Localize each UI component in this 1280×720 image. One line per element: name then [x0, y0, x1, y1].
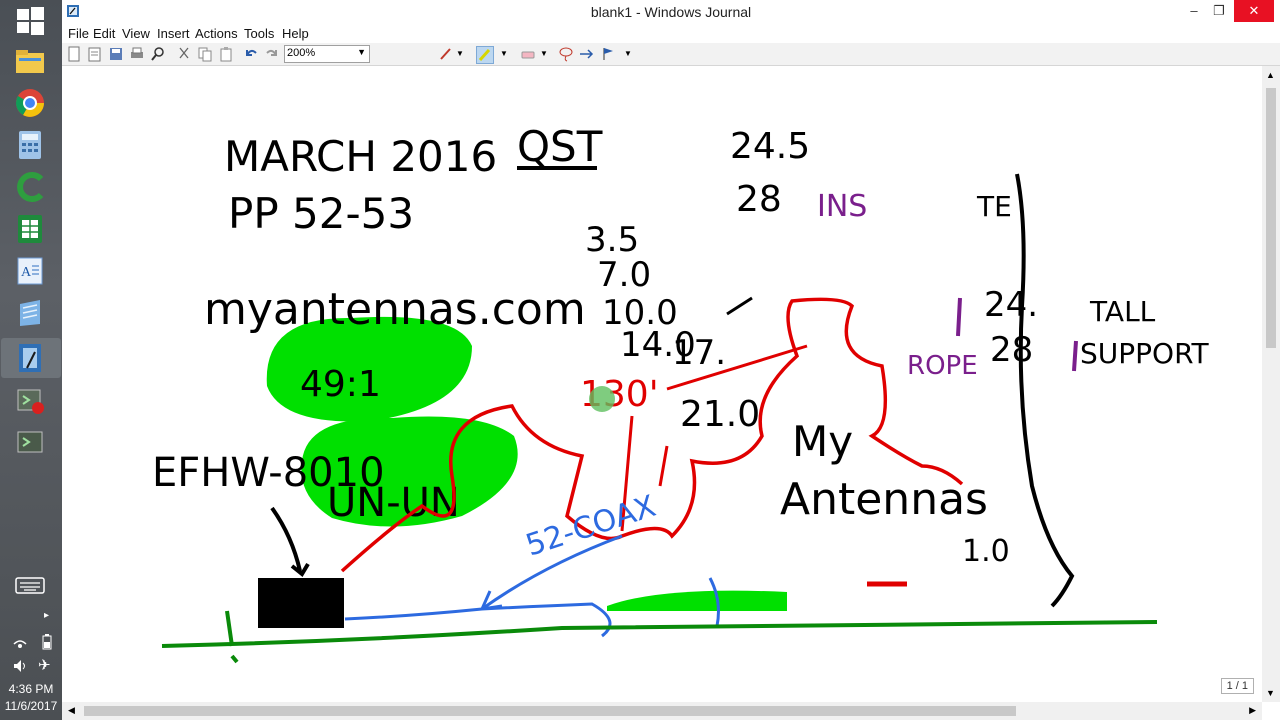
highlighter-icon[interactable]	[476, 46, 494, 64]
ink-tall: TALL	[1089, 295, 1156, 328]
ink-coax: 52-COAX	[522, 489, 660, 564]
spreadsheet-icon[interactable]	[13, 212, 47, 246]
wordpad-icon[interactable]: A	[13, 254, 47, 288]
ink-freq-17: 17.	[672, 333, 726, 373]
new-page-icon[interactable]	[66, 46, 82, 62]
eraser-dropdown-icon[interactable]: ▼	[540, 49, 556, 65]
ink-support: SUPPORT	[1080, 337, 1209, 370]
battery-icon[interactable]	[40, 634, 54, 655]
horizontal-scrollbar[interactable]: ◀ ▶	[62, 702, 1262, 720]
notepad-icon[interactable]	[13, 296, 47, 330]
ink-rope: ROPE	[907, 351, 978, 381]
window-title: blank1 - Windows Journal	[590, 4, 752, 20]
clock-time[interactable]: 4:36 PM	[0, 682, 62, 696]
zoom-value: 200%	[287, 47, 316, 59]
file-explorer-icon[interactable]	[13, 44, 47, 78]
keyboard-icon[interactable]	[13, 568, 47, 602]
menu-insert[interactable]: Insert	[157, 26, 190, 41]
calculator-icon[interactable]	[13, 128, 47, 162]
ink-title-line1: MARCH 2016	[224, 132, 497, 181]
menu-file[interactable]: File	[68, 26, 89, 41]
terminal-icon[interactable]	[13, 426, 47, 460]
camtasia-icon[interactable]	[13, 170, 47, 204]
new-note-icon[interactable]	[87, 46, 103, 62]
redo-icon[interactable]	[264, 46, 280, 62]
ink-title-qst: QST	[517, 122, 603, 171]
ink-freq-24-5: 24.5	[730, 126, 810, 167]
horizontal-scroll-thumb[interactable]	[84, 706, 1016, 716]
eraser-icon[interactable]	[520, 46, 536, 62]
ink-freq-7-0: 7.0	[597, 255, 651, 295]
vertical-scroll-thumb[interactable]	[1266, 88, 1276, 348]
journal-canvas[interactable]: .ink { font-family: "DejaVu Sans", sans-…	[62, 66, 1262, 702]
maximize-button[interactable]: ❐	[1199, 0, 1239, 22]
taskbar: A ▸ ✈ 4:36 PM 11/6/2017	[0, 0, 62, 720]
flag-dropdown-icon[interactable]: ▼	[624, 49, 640, 65]
ink-title-line2: PP 52-53	[228, 189, 414, 238]
pen-cursor	[589, 386, 615, 412]
start-icon[interactable]	[13, 4, 47, 38]
menu-help[interactable]: Help	[282, 26, 309, 41]
clock-date[interactable]: 11/6/2017	[0, 699, 62, 713]
flag-icon[interactable]	[600, 46, 616, 62]
black-pointer	[270, 506, 310, 577]
zoom-select[interactable]: 200% ▼	[284, 45, 370, 63]
volume-icon[interactable]	[12, 658, 28, 679]
ink-bottom-value: 1.0	[962, 534, 1010, 569]
lasso-select-icon[interactable]	[558, 46, 574, 62]
scroll-up-icon[interactable]: ▲	[1266, 70, 1275, 80]
ink-freq-right-28: 28	[990, 330, 1033, 370]
menu-actions[interactable]: Actions	[195, 26, 238, 41]
menu-bar: File Edit View Insert Actions Tools Help	[62, 24, 1280, 43]
chevron-down-icon: ▼	[357, 47, 366, 57]
highlighter-dropdown-icon[interactable]: ▼	[500, 49, 516, 65]
save-icon[interactable]	[108, 46, 124, 62]
chevron-right-icon[interactable]: ▸	[44, 610, 49, 621]
unun-box	[258, 578, 344, 628]
ink-my: My	[792, 417, 853, 466]
recorder-icon[interactable]	[13, 384, 47, 418]
cut-icon[interactable]	[176, 46, 192, 62]
ink-tree-top: TE	[976, 190, 1012, 223]
menu-view[interactable]: View	[122, 26, 150, 41]
black-mast	[1015, 173, 1075, 608]
scroll-right-icon[interactable]: ▶	[1249, 705, 1256, 716]
ink-freq-right-24: 24.	[984, 285, 1038, 325]
toolbar: 200% ▼ ▼ ▼ ▼ ▼	[62, 43, 1280, 66]
page-indicator: 1 / 1	[1220, 678, 1254, 694]
vertical-scrollbar[interactable]: ▲ ▼	[1262, 66, 1280, 702]
title-bar[interactable]: blank1 - Windows Journal – ❐ ✕	[62, 0, 1280, 24]
print-icon[interactable]	[129, 46, 145, 62]
copy-icon[interactable]	[197, 46, 213, 62]
menu-edit[interactable]: Edit	[93, 26, 115, 41]
scroll-left-icon[interactable]: ◀	[68, 705, 75, 716]
ink-freq-3-5: 3.5	[585, 220, 639, 260]
green-highlight-shape-3	[607, 590, 787, 611]
ink-site: myantennas.com	[204, 284, 586, 335]
airplane-icon[interactable]: ✈	[38, 656, 51, 674]
black-feed	[726, 296, 753, 316]
ink-ratio: 49:1	[300, 364, 381, 405]
insert-space-icon[interactable]	[578, 46, 594, 62]
ink-freq-28: 28	[736, 179, 782, 220]
windows-journal-icon[interactable]	[1, 338, 61, 378]
paste-icon[interactable]	[218, 46, 234, 62]
scroll-down-icon[interactable]: ▼	[1266, 688, 1275, 698]
close-button[interactable]: ✕	[1234, 0, 1274, 22]
pen-dropdown-icon[interactable]: ▼	[456, 49, 472, 65]
find-icon[interactable]	[150, 46, 166, 62]
ink-unun: UN-UN	[327, 480, 460, 526]
ink-freq-21-0: 21.0	[680, 394, 760, 435]
menu-tools[interactable]: Tools	[244, 26, 274, 41]
undo-icon[interactable]	[243, 46, 259, 62]
chrome-icon[interactable]	[13, 86, 47, 120]
journal-window: blank1 - Windows Journal – ❐ ✕ File Edit…	[62, 0, 1280, 720]
svg-text:A: A	[21, 265, 32, 280]
pen-icon[interactable]	[438, 46, 454, 62]
network-icon[interactable]	[12, 634, 28, 655]
ink-ins: INS	[817, 189, 867, 224]
